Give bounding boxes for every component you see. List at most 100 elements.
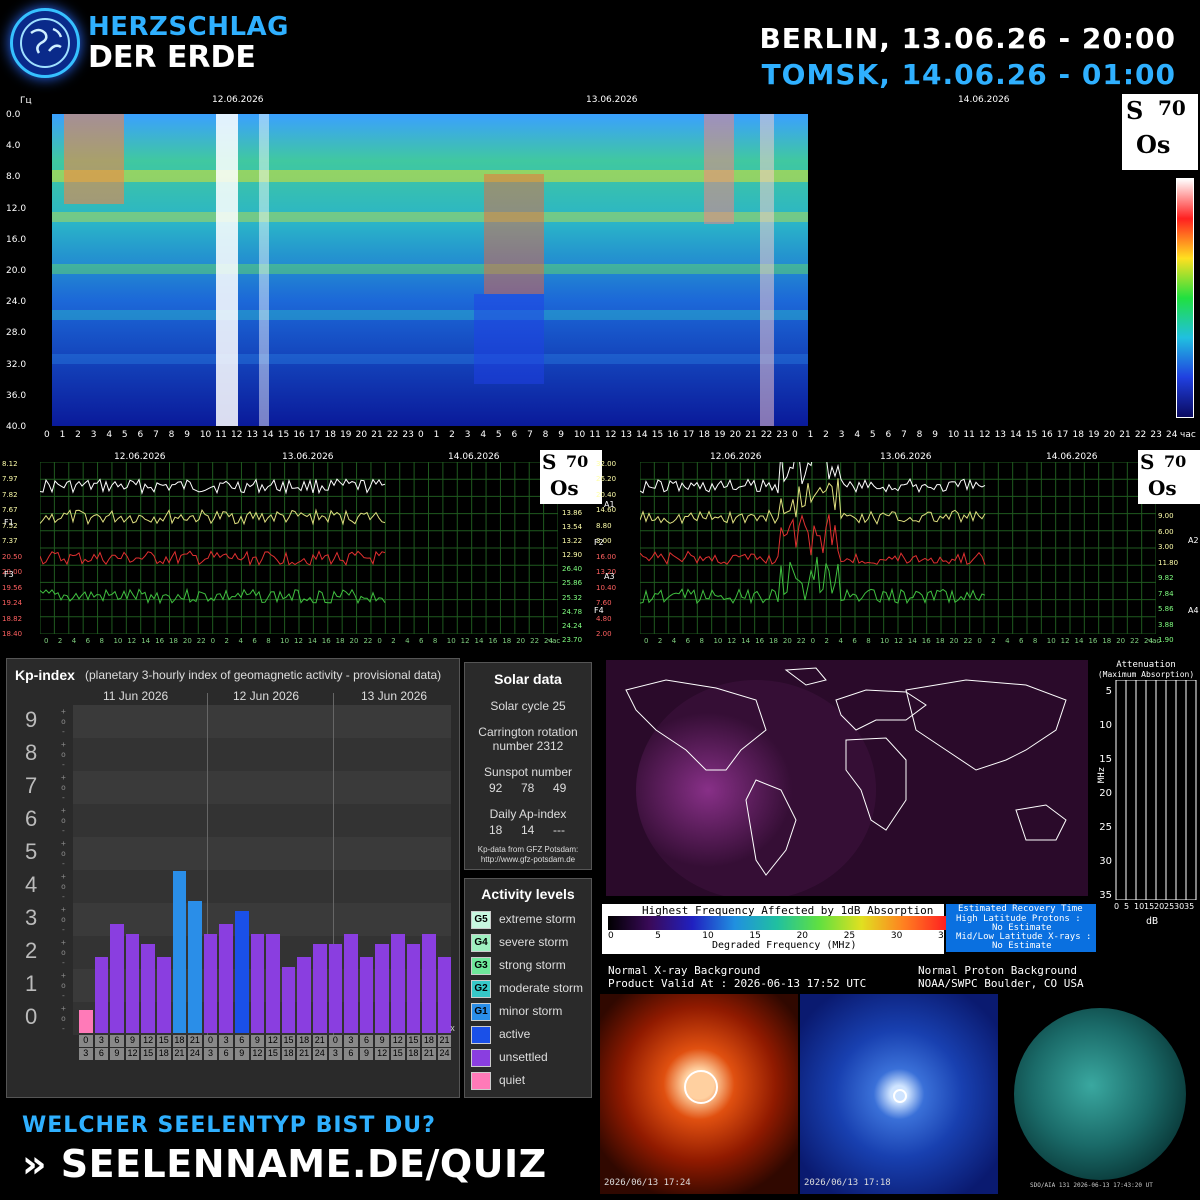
axis-tick: 16.00 xyxy=(596,552,617,561)
chart-x-tick: 18 xyxy=(1102,637,1112,645)
spectrogram-x-tick: 7 xyxy=(901,430,907,440)
kp-bar xyxy=(250,934,265,1033)
spectrogram-x-tick: 18 xyxy=(698,430,710,440)
kp-hour-bottom: 9 xyxy=(110,1048,124,1060)
chart-x-tick: 20 xyxy=(516,637,526,645)
axis-tick: 32.00 xyxy=(596,460,617,468)
activity-title: Activity levels xyxy=(481,886,575,902)
chart-x-tick: 12 xyxy=(294,637,303,645)
kp-bar xyxy=(375,943,389,1033)
drap-colorbar-box: Highest Frequency Affected by 1dB Absorp… xyxy=(602,904,949,954)
chart-x-tick: 22 xyxy=(363,637,373,645)
axis-tick: 23.70 xyxy=(562,636,583,644)
activity-level-row: active xyxy=(471,1026,530,1044)
occulter-circle-icon xyxy=(893,1089,907,1103)
occulter-circle-icon xyxy=(684,1070,718,1104)
kp-hour-bottom: 18 xyxy=(157,1048,171,1060)
chart-x-tick: 14 xyxy=(741,637,751,645)
axis-tick: 4.80 xyxy=(596,614,612,623)
colorbar-tick: 5 xyxy=(655,931,661,941)
kp-hour-top: 18 xyxy=(172,1035,187,1047)
gfz-source-1: Kp-data from GFZ Potsdam: xyxy=(477,845,579,854)
spectrogram-x-tick: 22 xyxy=(386,430,399,440)
kp-bar xyxy=(141,943,155,1033)
kp-hour-top: 18 xyxy=(422,1035,436,1047)
chart-x-tick: 16 xyxy=(921,637,931,645)
axis-tick: 13.54 xyxy=(562,522,583,531)
kp-chart: 9 + o -8 + o -7 + o -6 + o -5 + o -4 + o -3 + o -2 + o -1 + o -0 + o -… xyxy=(13,693,470,1091)
chart-x-tick: 0 xyxy=(44,637,49,645)
spectrogram-y-tick: 32.0 xyxy=(6,359,27,370)
mhz-tick: 10 xyxy=(1099,720,1112,731)
activity-label: strong storm xyxy=(499,958,566,973)
activity-swatch: G4 xyxy=(471,934,491,952)
activity-level-row: G3 strong storm xyxy=(471,957,566,975)
spectrogram-x-tick: 10 xyxy=(199,430,212,440)
activity-label: extreme storm xyxy=(499,912,576,927)
spectrogram-x-tick: 3 xyxy=(838,430,845,440)
solar-title: Solar data xyxy=(494,671,562,687)
chart-x-tick: 22 xyxy=(796,637,806,645)
spectrogram-x-tick: 13 xyxy=(620,430,633,440)
spectrogram-x-tick: 8 xyxy=(916,430,923,440)
mhz-tick: 20 xyxy=(1099,788,1112,799)
brand-line2: DER ERDE xyxy=(88,40,256,75)
freq-chart-plot xyxy=(40,462,558,634)
chart-x-tick: 20 xyxy=(782,637,792,645)
spectrogram-x-tick: 7 xyxy=(527,430,533,440)
attenuation-db-axis: 0 5 10 15 20 25 30 35 xyxy=(1114,902,1200,914)
chart-x-tick: 6 xyxy=(85,637,91,645)
spectrogram-x-tick: 17 xyxy=(1056,430,1069,440)
chart-x-tick: 10 xyxy=(280,637,290,645)
kp-level-label: 9 xyxy=(25,707,38,732)
chart-x-tick: 8 xyxy=(1032,637,1038,645)
axis-tick: 7.82 xyxy=(2,490,18,499)
spectrogram-x-tick: 13 xyxy=(246,430,259,440)
axis-tick: 10.40 xyxy=(596,583,617,592)
sunspot-value-3: 49 xyxy=(553,781,567,795)
chart-x-tick: 0 xyxy=(210,637,216,645)
ap-value-2: 14 xyxy=(521,823,535,837)
chart-x-tick: 10 xyxy=(880,637,890,645)
kp-band xyxy=(73,837,451,870)
spectrogram-x-tick: 19 xyxy=(714,430,726,440)
kp-bar xyxy=(157,957,171,1033)
kp-hour-bottom: 24 xyxy=(313,1048,327,1060)
spectrogram-x-tick: 6 xyxy=(885,430,892,440)
db-tick: 25 xyxy=(1164,902,1175,911)
spectrogram-x-tick: 0 xyxy=(792,430,798,440)
spectrogram-x-tick: 11 xyxy=(215,430,227,440)
spectrogram-x-tick: 15 xyxy=(651,430,664,440)
spectrogram-x-tick: 1 xyxy=(59,430,66,440)
ap-label: Daily Ap-index xyxy=(489,807,567,821)
activity-level-row: G2 moderate storm xyxy=(471,980,583,998)
axis-tick: 9.82 xyxy=(1158,574,1174,583)
spectrogram-x-unit: час xyxy=(1180,430,1196,440)
kp-band xyxy=(73,771,451,804)
chart-x-tick: 12 xyxy=(127,637,137,645)
spectrogram-x-tick: 6 xyxy=(511,430,518,440)
activity-label: active xyxy=(499,1027,531,1042)
kp-title: Kp-index xyxy=(15,667,75,683)
recovery-box: Estimated Recovery Time High Latitude Pr… xyxy=(946,904,1096,952)
kp-sublevel-mark: + xyxy=(61,740,66,749)
chart-x-tick: 16 xyxy=(1088,637,1098,645)
ap-value-3: --- xyxy=(553,823,565,837)
spectrogram-x-tick: 21 xyxy=(371,430,383,440)
spectrogram-x-tick: 4 xyxy=(480,430,487,440)
kp-level-label: 4 xyxy=(25,872,38,897)
kp-subtitle: (planetary 3-hourly index of geomagnetic… xyxy=(85,668,442,682)
kp-sublevel-mark: o xyxy=(61,849,66,858)
spectrogram-y-tick: 20.0 xyxy=(6,266,27,276)
axis-tick: 8.12 xyxy=(2,460,18,468)
quiz-link[interactable]: » SEELENNAME.DE/QUIZ xyxy=(22,1142,547,1186)
chart-x-tick: 14 xyxy=(907,637,917,645)
chart-x-tick: 0 xyxy=(810,637,816,645)
spectrogram-x-tick: 1 xyxy=(807,430,814,440)
kp-hour-bottom: 6 xyxy=(344,1048,358,1060)
spectrogram-color-scale xyxy=(1176,178,1194,418)
db-tick: 10 xyxy=(1134,902,1145,911)
spectrogram-x-tick: 12 xyxy=(605,430,617,440)
spectrogram-y-tick: 28.0 xyxy=(6,328,27,339)
spectrogram-x-tick: 4 xyxy=(106,430,113,440)
